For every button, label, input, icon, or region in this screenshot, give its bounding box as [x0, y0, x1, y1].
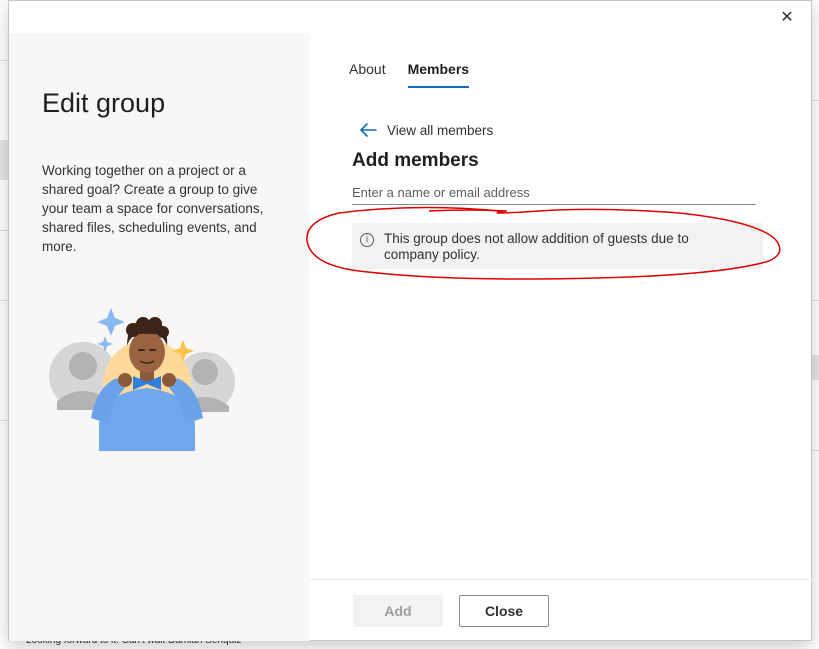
bg-divider: [812, 100, 819, 101]
bg-divider: [0, 300, 8, 301]
bg-row-highlight: [0, 140, 8, 180]
avatar-right-head: [192, 359, 218, 385]
bg-divider: [0, 420, 8, 421]
add-members-heading: Add members: [352, 150, 479, 171]
guest-policy-text: This group does not allow addition of gu…: [384, 231, 689, 262]
dialog-tabs: About Members: [349, 61, 470, 88]
person-hand-right: [162, 373, 176, 387]
edit-group-dialog: ✕ Edit group Working together on a proje…: [8, 0, 812, 641]
left-info-pane: Edit group Working together on a project…: [9, 33, 310, 641]
bg-divider: [0, 230, 8, 231]
dialog-title: Edit group: [42, 88, 166, 118]
info-icon: i: [360, 233, 374, 247]
sparkle-icon: [97, 308, 125, 336]
add-button[interactable]: Add: [353, 595, 443, 627]
footer-divider: [310, 579, 812, 580]
tab-about[interactable]: About: [349, 61, 386, 88]
dialog-description: Working together on a project or a share…: [42, 163, 264, 254]
tab-members[interactable]: Members: [407, 61, 470, 88]
team-illustration: [49, 308, 235, 451]
bg-divider: [812, 300, 819, 301]
avatar-left-head: [69, 352, 97, 380]
view-all-members-label: View all members: [387, 122, 494, 138]
close-button[interactable]: Close: [459, 595, 549, 627]
view-all-members-link[interactable]: View all members: [358, 122, 493, 138]
person-hand-left: [118, 373, 132, 387]
bg-divider: [0, 60, 8, 61]
guest-policy-message: i This group does not allow addition of …: [352, 223, 763, 269]
member-search-input[interactable]: [352, 181, 756, 205]
close-icon[interactable]: ✕: [778, 9, 796, 27]
bg-divider: [812, 450, 819, 451]
bg-row-highlight-right: [812, 355, 819, 380]
back-arrow-icon: [360, 123, 377, 137]
person-face: [129, 331, 165, 373]
